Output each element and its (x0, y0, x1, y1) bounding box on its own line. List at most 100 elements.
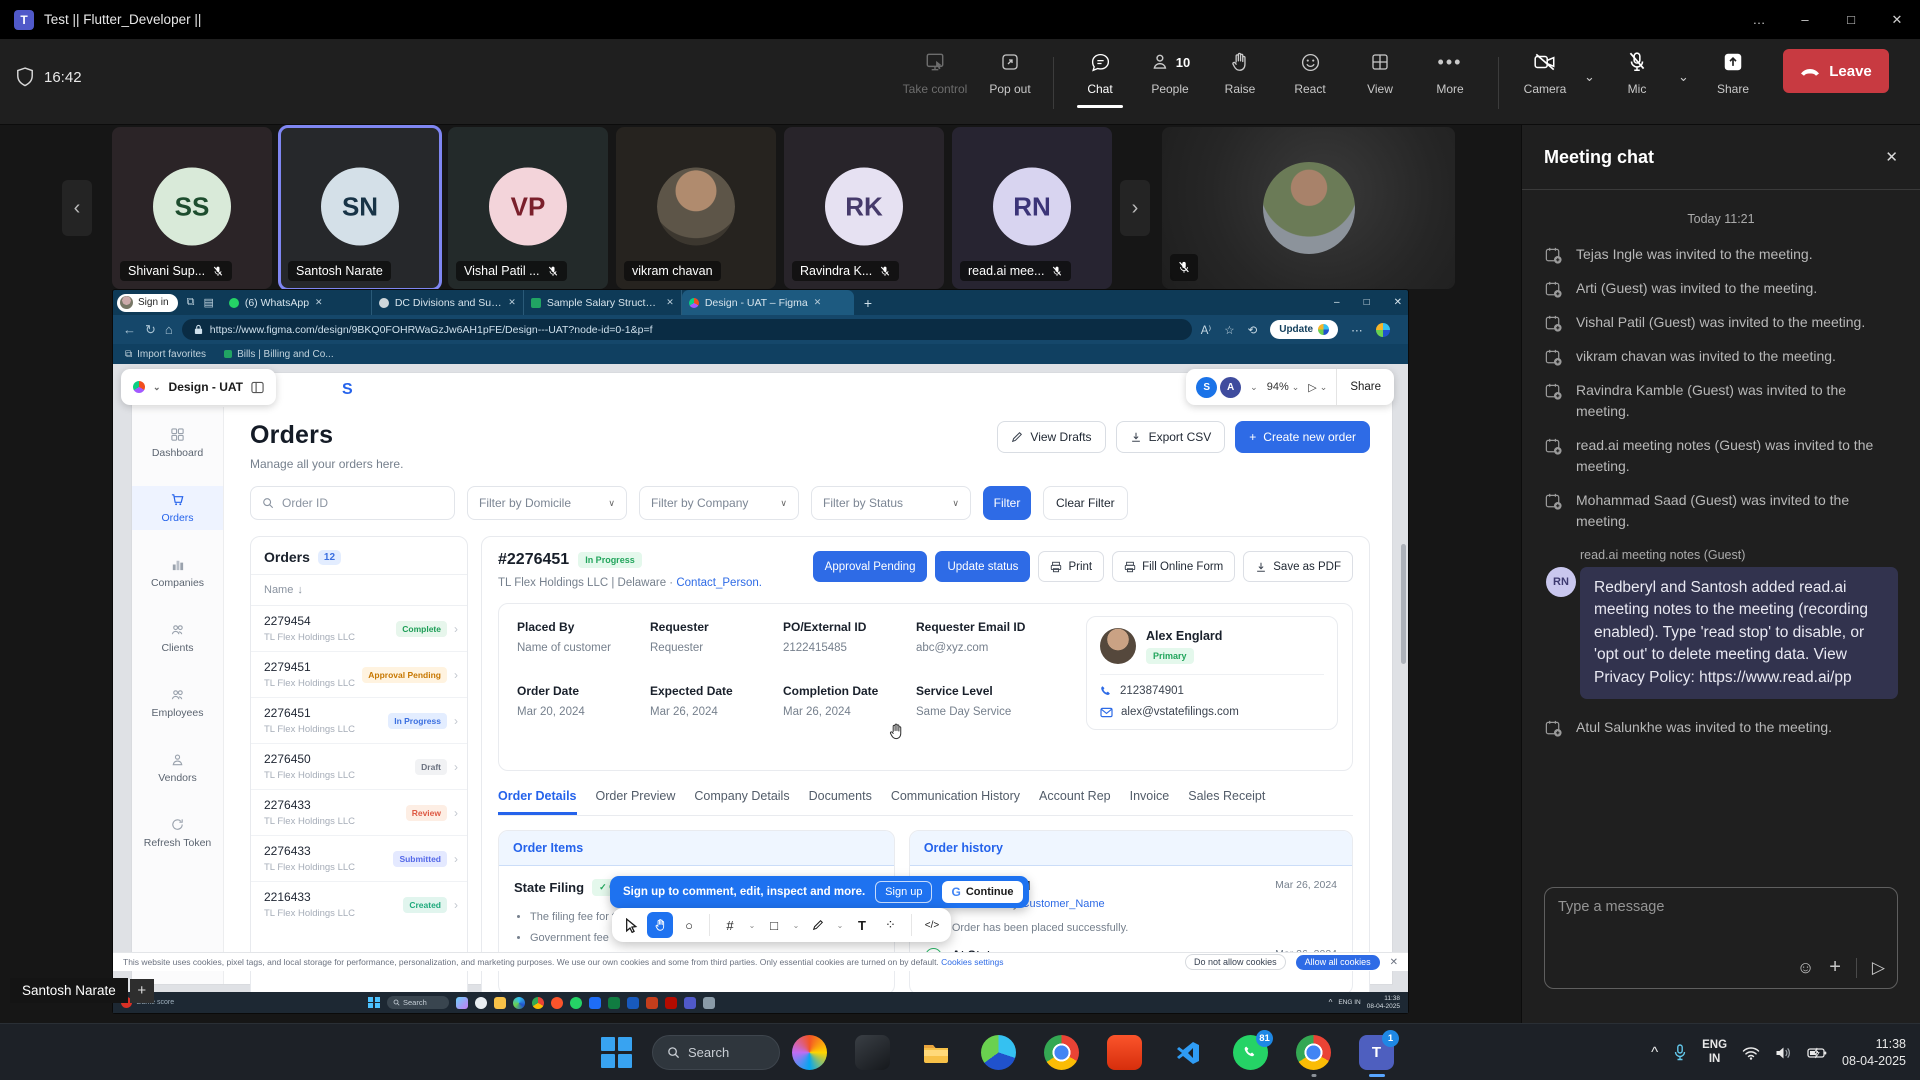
sign-up-button[interactable]: Sign up (875, 881, 932, 903)
tab-close-icon[interactable]: ✕ (814, 297, 822, 308)
shared-language-indicator[interactable]: ENG IN (1338, 999, 1360, 1006)
order-row[interactable]: 2279451TL Flex Holdings LLC Approval Pen… (251, 652, 467, 698)
close-icon[interactable]: ✕ (1874, 0, 1920, 39)
create-new-order-button[interactable]: + Create new order (1235, 421, 1370, 453)
contact-person-link[interactable]: Contact_Person. (676, 577, 762, 589)
shared-app-icon[interactable] (703, 997, 715, 1009)
tab-company-details[interactable]: Company Details (694, 789, 789, 815)
print-button[interactable]: Print (1038, 551, 1104, 582)
import-favorites-button[interactable]: ⧉ Import favorites (125, 349, 206, 360)
camera-button[interactable]: Camera (1509, 49, 1581, 96)
tab-order-preview[interactable]: Order Preview (596, 789, 676, 815)
sidebar-item-clients[interactable]: Clients (132, 616, 223, 660)
more-button[interactable]: ••• More (1414, 49, 1486, 96)
shared-app-icon[interactable] (627, 997, 639, 1009)
addressbar-more-icon[interactable]: ⋯ (1351, 323, 1363, 337)
vertical-tabs-icon[interactable]: ▤ (203, 296, 213, 309)
shared-start-icon[interactable] (368, 997, 380, 1009)
chat-button[interactable]: Chat (1064, 49, 1136, 96)
filter-company-select[interactable]: Filter by Company∨ (639, 486, 799, 520)
vscode-icon[interactable] (1170, 1035, 1205, 1070)
hand-tool-icon[interactable] (647, 912, 673, 938)
view-drafts-button[interactable]: View Drafts (997, 421, 1105, 453)
export-csv-button[interactable]: Export CSV (1116, 421, 1226, 453)
browser-tab[interactable]: DC Divisions and Surroundings ✕ (372, 290, 524, 315)
sidebar-item-refresh-token[interactable]: Refresh Token (132, 811, 223, 855)
brave-icon[interactable] (1107, 1035, 1142, 1070)
filter-button[interactable]: Filter (983, 486, 1031, 520)
file-menu-chevron-icon[interactable]: ⌄ (153, 382, 161, 393)
camera-options-chevron-icon[interactable]: ⌄ (1584, 69, 1595, 85)
chat-input-box[interactable]: ☺ + ▷ (1544, 887, 1898, 989)
sidebar-item-companies[interactable]: Companies (132, 551, 223, 595)
wifi-icon[interactable] (1742, 1046, 1760, 1060)
browser-profile-button[interactable]: Sign in (117, 294, 178, 312)
figma-share-button[interactable]: Share (1336, 369, 1394, 405)
browser-tab[interactable]: (6) WhatsApp ✕ (222, 290, 372, 315)
tab-order-details[interactable]: Order Details (498, 789, 577, 815)
tab-close-icon[interactable]: ✕ (666, 297, 674, 308)
browser-update-button[interactable]: Update (1270, 320, 1338, 339)
minimize-icon[interactable]: – (1782, 0, 1828, 39)
epic-games-icon[interactable] (855, 1035, 890, 1070)
sidebar-item-vendors[interactable]: Vendors (132, 746, 223, 790)
tab-close-icon[interactable]: ✕ (315, 297, 323, 308)
start-button-icon[interactable] (600, 1036, 633, 1069)
cookie-close-icon[interactable]: ✕ (1390, 957, 1398, 968)
order-row[interactable]: 2276450TL Flex Holdings LLC Draft › (251, 744, 467, 790)
text-tool-icon[interactable]: T (849, 912, 875, 938)
browser-maximize-icon[interactable]: □ (1364, 297, 1370, 308)
order-id-input[interactable]: Order ID (250, 486, 455, 520)
browser-tab-active[interactable]: Design - UAT – Figma ✕ (682, 290, 854, 315)
browser-close-icon[interactable]: ✕ (1394, 297, 1402, 308)
canvas-scrollbar[interactable] (1401, 544, 1406, 664)
react-button[interactable]: React (1274, 49, 1346, 96)
collaborator-avatar[interactable]: S (1196, 377, 1217, 398)
sidebar-item-employees[interactable]: Employees (132, 681, 223, 725)
emoji-icon[interactable]: ☺ (1797, 958, 1814, 978)
tray-chevron-up-icon[interactable]: ^ (1651, 1044, 1658, 1061)
shared-tray-chevron-icon[interactable]: ^ (1329, 998, 1333, 1007)
maximize-icon[interactable]: □ (1828, 0, 1874, 39)
tab-invoice[interactable]: Invoice (1130, 789, 1170, 815)
strip-scroll-right-icon[interactable]: › (1120, 180, 1150, 236)
approval-pending-button[interactable]: Approval Pending (813, 551, 928, 582)
chrome-icon[interactable] (1044, 1035, 1079, 1070)
tab-actions-icon[interactable]: ⧉ (187, 296, 195, 309)
dev-mode-icon[interactable]: </> (919, 912, 945, 938)
edge-icon[interactable] (981, 1035, 1016, 1070)
participant-tile[interactable]: SS Shivani Sup... (112, 127, 272, 289)
titlebar-more-icon[interactable]: … (1736, 0, 1782, 39)
view-button[interactable]: View (1344, 49, 1416, 96)
update-status-button[interactable]: Update status (935, 551, 1030, 582)
home-icon[interactable]: ⌂ (165, 322, 173, 337)
browser-tab[interactable]: Sample Salary Structure with calc ✕ (524, 290, 682, 315)
shared-app-icon[interactable] (513, 997, 525, 1009)
pen-tool-icon[interactable] (805, 912, 831, 938)
shape-tool-icon[interactable]: ○ (676, 912, 702, 938)
tray-mic-icon[interactable] (1673, 1044, 1687, 1062)
deny-cookies-button[interactable]: Do not allow cookies (1185, 954, 1286, 970)
pop-out-button[interactable]: Pop out (974, 49, 1046, 96)
teams-app-icon[interactable]: T 1 (1359, 1035, 1394, 1070)
filter-status-select[interactable]: Filter by Status∨ (811, 486, 971, 520)
mic-button[interactable]: Mic (1601, 49, 1673, 96)
mic-options-chevron-icon[interactable]: ⌄ (1678, 69, 1689, 85)
shared-app-icon[interactable] (608, 997, 620, 1009)
refresh-icon[interactable]: ↻ (145, 322, 156, 338)
shared-app-icon[interactable] (532, 997, 544, 1009)
read-aloud-icon[interactable]: A⁾ (1201, 323, 1212, 337)
strip-scroll-left-icon[interactable]: ‹ (62, 180, 92, 236)
cookies-settings-link[interactable]: Cookies settings (941, 957, 1003, 967)
contact-phone[interactable]: 2123874901 (1100, 685, 1324, 697)
frame-tool-icon[interactable]: # (717, 912, 743, 938)
order-row[interactable]: 2276433TL Flex Holdings LLC Review › (251, 790, 467, 836)
taskbar-clock[interactable]: 11:38 08-04-2025 (1842, 1036, 1906, 1070)
url-field[interactable]: https://www.figma.com/design/9BKQ0FOHRWa… (182, 319, 1192, 340)
name-column-header[interactable]: Name (264, 584, 293, 596)
battery-icon[interactable] (1807, 1047, 1827, 1059)
shared-app-icon[interactable] (570, 997, 582, 1009)
copilot-icon[interactable] (792, 1035, 827, 1070)
shared-app-icon[interactable] (456, 997, 468, 1009)
order-row[interactable]: 2279454TL Flex Holdings LLC Complete › (251, 606, 467, 652)
